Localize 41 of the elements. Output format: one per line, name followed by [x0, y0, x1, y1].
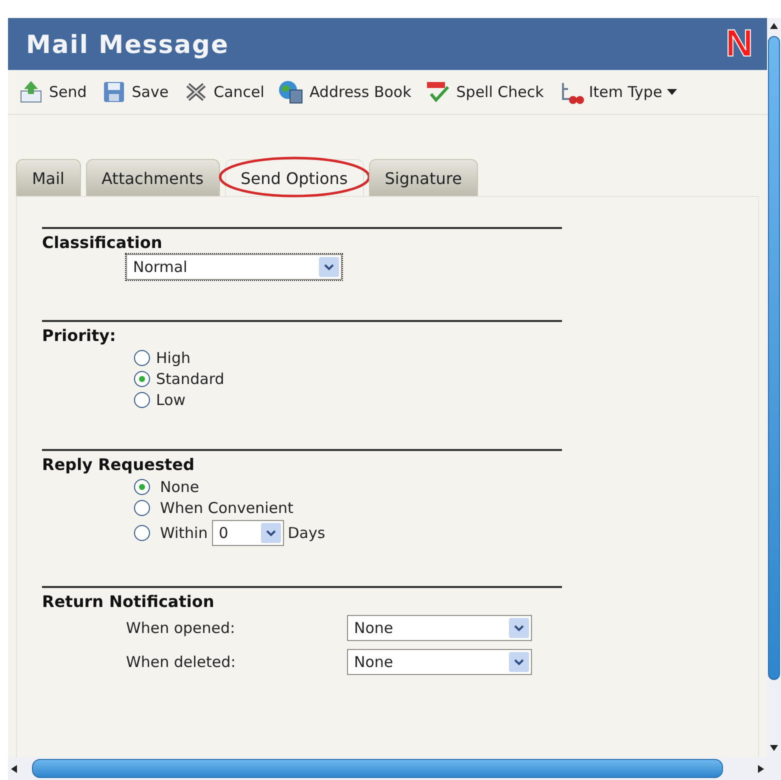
tab[interactable]: Signature: [368, 159, 478, 196]
days-select[interactable]: 0: [212, 520, 284, 546]
field-label: When deleted:: [126, 653, 237, 671]
days-label: Days: [288, 524, 326, 542]
section-title: Return Notification: [42, 592, 216, 611]
notification-select[interactable]: None: [347, 649, 532, 675]
radio-button[interactable]: [134, 350, 150, 366]
window-title: Mail Message: [26, 30, 229, 58]
field-label: When opened:: [126, 619, 236, 637]
section-title: Priority:: [42, 326, 117, 345]
radio-label: Within: [160, 524, 208, 542]
toolbar-button[interactable]: Spell Check: [425, 79, 544, 105]
radio-button[interactable]: [134, 371, 150, 387]
tab[interactable]: Attachments: [86, 159, 220, 196]
radio-label: When Convenient: [160, 499, 294, 517]
radio-button[interactable]: [134, 479, 150, 495]
spell-check-icon: [425, 79, 452, 105]
toolbar-button[interactable]: Cancel: [182, 79, 264, 105]
toolbar-button[interactable]: Item Type: [558, 79, 678, 105]
envelope-icon: [18, 79, 44, 105]
radio-button[interactable]: [134, 525, 150, 541]
horizontal-scrollbar[interactable]: [8, 757, 767, 780]
globe-book-icon: [278, 79, 304, 105]
vertical-scrollbar[interactable]: [767, 18, 781, 780]
radio-label: Low: [156, 391, 186, 409]
scrollbar-thumb[interactable]: [768, 36, 780, 680]
tab[interactable]: Mail: [16, 159, 80, 196]
toolbar-button[interactable]: Save: [100, 79, 169, 105]
radio-button[interactable]: [134, 500, 150, 516]
notification-select[interactable]: None: [347, 615, 532, 641]
section-title: Reply Requested: [42, 455, 196, 474]
scrollbar-thumb[interactable]: [32, 759, 723, 778]
classification-select[interactable]: Normal: [126, 254, 342, 280]
logo: N: [726, 25, 753, 63]
radio-label: Standard: [156, 370, 224, 388]
radio-label: None: [160, 478, 200, 496]
toolbar-button[interactable]: Address Book: [278, 79, 412, 105]
radio-button[interactable]: [134, 392, 150, 408]
section-title: Classification: [42, 233, 164, 252]
toolbar-button[interactable]: Send: [18, 79, 87, 105]
radio-label: High: [156, 349, 190, 367]
